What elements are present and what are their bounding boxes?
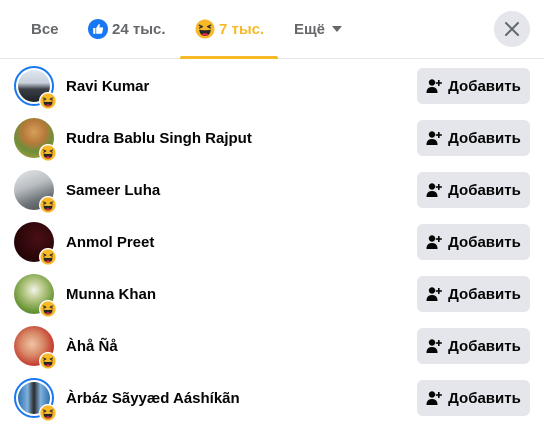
avatar[interactable]	[14, 326, 57, 370]
person-name[interactable]: Ravi Kumar	[66, 60, 149, 112]
add-friend-button[interactable]: Добавить	[417, 380, 530, 416]
add-friend-button[interactable]: Добавить	[417, 276, 530, 312]
person-name[interactable]: Munna Khan	[66, 268, 156, 320]
add-friend-icon	[426, 286, 442, 302]
add-friend-icon	[426, 338, 442, 354]
tab-all-label: Все	[31, 20, 59, 38]
laughing-face-icon	[39, 352, 57, 370]
close-icon	[504, 21, 520, 37]
add-friend-button[interactable]: Добавить	[417, 224, 530, 260]
person-name[interactable]: Sameer Luha	[66, 164, 160, 216]
list-item: Rudra Bablu Singh Rajput Добавить	[0, 112, 544, 164]
avatar[interactable]	[14, 274, 57, 318]
add-friend-label: Добавить	[448, 77, 521, 95]
laughing-face-icon	[39, 196, 57, 214]
add-friend-label: Добавить	[448, 233, 521, 251]
list-item: Àrbáz Sãyyæd Aáshíkãn Добавить	[0, 372, 544, 424]
person-name[interactable]: Àhå Ñå	[66, 320, 118, 372]
add-friend-button[interactable]: Добавить	[417, 68, 530, 104]
add-friend-label: Добавить	[448, 181, 521, 199]
add-friend-label: Добавить	[448, 337, 521, 355]
active-tab-indicator	[180, 56, 278, 59]
list-item: Ravi Kumar Добавить	[0, 60, 544, 112]
tab-like-count: 24 тыс.	[112, 20, 166, 38]
list-item: Anmol Preet Добавить	[0, 216, 544, 268]
close-button[interactable]	[494, 11, 530, 47]
add-friend-icon	[426, 182, 442, 198]
laughing-face-icon	[39, 248, 57, 266]
list-item: Àhå Ñå Добавить	[0, 320, 544, 372]
avatar[interactable]	[14, 222, 57, 266]
person-name[interactable]: Rudra Bablu Singh Rajput	[66, 112, 252, 164]
list-item: Sameer Luha Добавить	[0, 164, 544, 216]
list-item: Munna Khan Добавить	[0, 268, 544, 320]
add-friend-button[interactable]: Добавить	[417, 120, 530, 156]
reactions-tab-bar: Все 24 тыс. 7 тыс. Ещё	[0, 0, 544, 59]
tab-like[interactable]: 24 тыс.	[88, 0, 166, 58]
tab-all[interactable]: Все	[31, 0, 59, 58]
add-friend-label: Добавить	[448, 285, 521, 303]
add-friend-label: Добавить	[448, 129, 521, 147]
add-friend-icon	[426, 130, 442, 146]
add-friend-button[interactable]: Добавить	[417, 328, 530, 364]
avatar[interactable]	[14, 378, 57, 422]
laughing-face-icon	[39, 300, 57, 318]
caret-down-icon	[332, 26, 343, 32]
add-friend-button[interactable]: Добавить	[417, 172, 530, 208]
add-friend-icon	[426, 390, 442, 406]
tab-haha-count: 7 тыс.	[219, 20, 265, 38]
laughing-face-icon	[39, 92, 57, 110]
laughing-face-icon	[39, 404, 57, 422]
tab-more[interactable]: Ещё	[294, 0, 343, 58]
avatar[interactable]	[14, 66, 57, 110]
person-name[interactable]: Àrbáz Sãyyæd Aáshíkãn	[66, 372, 240, 424]
tab-haha[interactable]: 7 тыс.	[195, 0, 264, 58]
tab-more-label: Ещё	[294, 20, 326, 38]
add-friend-label: Добавить	[448, 389, 521, 407]
add-friend-icon	[426, 78, 442, 94]
person-name[interactable]: Anmol Preet	[66, 216, 154, 268]
avatar[interactable]	[14, 118, 57, 162]
laughing-face-icon	[195, 19, 215, 39]
avatar[interactable]	[14, 170, 57, 214]
add-friend-icon	[426, 234, 442, 250]
laughing-face-icon	[39, 144, 57, 162]
thumbs-up-icon	[88, 19, 108, 39]
